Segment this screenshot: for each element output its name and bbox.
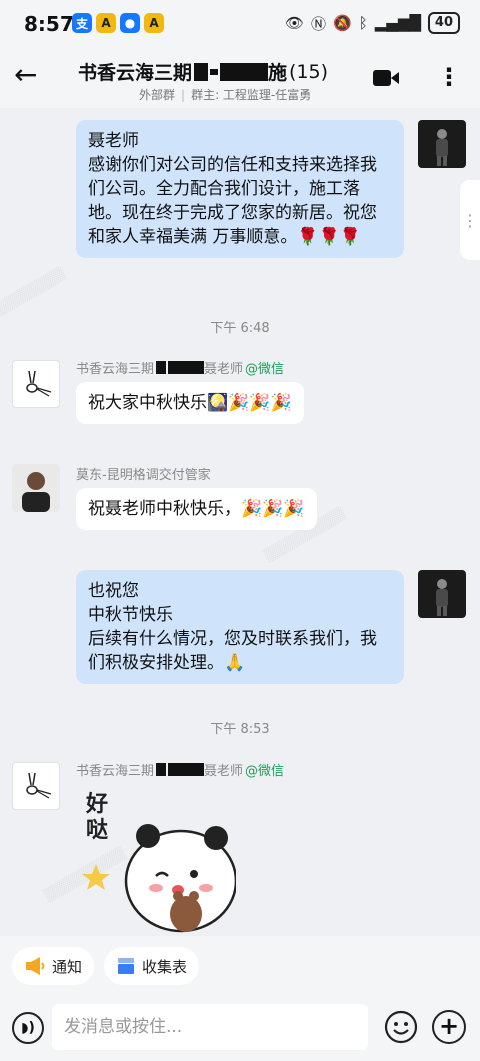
battery-icon: 40 [427, 12, 460, 34]
group-owner-label: 群主: 工程监理-任富勇 [191, 88, 312, 102]
status-icons: 👁 Ⓝ 🔕 ᛒ ▂▄▆█ 40 [285, 12, 460, 34]
sender-name: 书香云海三期 聂老师 @微信 [76, 760, 284, 779]
avatar[interactable] [12, 762, 60, 810]
wechat-source-tag: @微信 [245, 362, 285, 377]
chat-area[interactable]: ▒▒▒▒▒▒▒▒▒ ▒▒▒▒▒▒▒▒▒ ▒▒▒▒▒▒▒▒▒ ⋮ 聂老师 感谢你们… [0, 108, 480, 936]
sender-name: 书香云海三期 聂老师 @微信 [76, 358, 284, 377]
quick-actions-bar: 通知 收集表 [0, 936, 480, 998]
redaction-block [194, 62, 209, 81]
collect-form-label: 收集表 [142, 957, 188, 976]
sticker-text: 好哒 [86, 792, 109, 843]
mute-icon: 🔕 [333, 14, 352, 32]
title-text: 书香云海三期 [78, 62, 193, 84]
timestamp: 下午 8:53 [210, 722, 270, 737]
more-options-icon[interactable]: ⋮ [437, 62, 461, 94]
side-panel-handle[interactable]: ⋮ [460, 180, 480, 260]
form-icon [118, 958, 134, 974]
notice-button[interactable]: 通知 [12, 947, 95, 985]
add-attachment-icon[interactable]: + [432, 1010, 466, 1044]
external-group-tag: 外部群 [139, 88, 176, 102]
chat-header: ← 书香云海三期 施 (15) 外部群 | 群主: 工程监理-任富勇 ⋮ [0, 48, 480, 108]
sticker[interactable]: 好哒 [76, 786, 238, 936]
avatar[interactable] [418, 570, 466, 618]
avatar[interactable] [418, 120, 466, 168]
signal-icon: ▂▄▆█ [374, 14, 421, 32]
eye-icon: 👁 [284, 14, 305, 32]
group-subtitle: 外部群 | 群主: 工程监理-任富勇 [139, 88, 312, 102]
redaction-block [210, 68, 219, 75]
clock: 8:57 [24, 12, 74, 36]
emoji-icon[interactable] [384, 1010, 418, 1044]
notice-label: 通知 [52, 957, 83, 976]
bluetooth-icon: ᛒ [358, 14, 368, 32]
wechat-source-tag: @微信 [245, 764, 285, 779]
watermark: ▒▒▒▒▒▒▒▒▒ [0, 266, 68, 325]
status-bar: 8:57 支 A ● A 👁 Ⓝ 🔕 ᛒ ▂▄▆█ 40 [0, 0, 480, 48]
app-notify-icon: A [96, 13, 116, 33]
app-notify-icon-2: A [144, 13, 164, 33]
message-bubble[interactable]: 聂老师 感谢你们对公司的信任和支持来选择我们公司。全力配合我们设计，施工落地。现… [76, 120, 404, 258]
redaction-block [220, 62, 269, 81]
alipay-icon: 支 [72, 13, 92, 33]
voice-icon[interactable]: ◗) [12, 1012, 44, 1044]
collect-form-button[interactable]: 收集表 [104, 947, 200, 985]
megaphone-icon [26, 957, 45, 975]
message-input-bar: ◗) + [0, 998, 480, 1061]
video-call-icon[interactable] [372, 68, 400, 88]
sender-name: 莫东-昆明格调交付管家 [76, 468, 211, 483]
back-arrow-icon[interactable]: ← [14, 60, 46, 92]
message-bubble[interactable]: 祝大家中秋快乐🎑🎉🎉🎉 [76, 382, 304, 424]
message-input[interactable] [52, 1004, 368, 1050]
avatar[interactable] [12, 464, 60, 512]
message-bubble[interactable]: 祝聂老师中秋快乐，🎉🎉🎉 [76, 488, 317, 530]
timestamp: 下午 6:48 [210, 321, 270, 336]
chat-app-icon: ● [120, 13, 140, 33]
group-title[interactable]: 书香云海三期 施 (15) [78, 58, 328, 85]
title-text-suffix: 施 [268, 62, 288, 84]
avatar[interactable] [12, 360, 60, 408]
nfc-icon: Ⓝ [311, 14, 327, 33]
message-bubble[interactable]: 也祝您 中秋节快乐 后续有什么情况，您及时联系我们，我们积极安排处理。🙏 [76, 570, 404, 684]
member-count: (15) [289, 60, 329, 83]
